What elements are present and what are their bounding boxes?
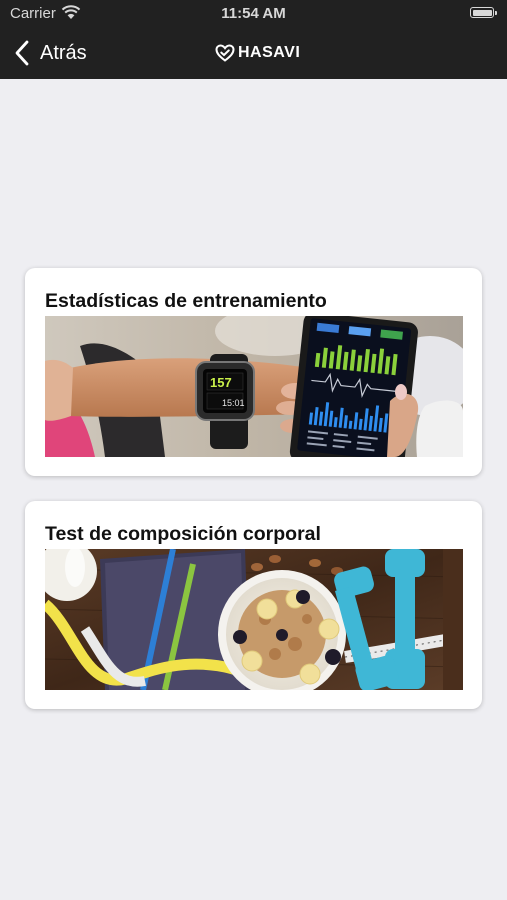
- smartwatch-and-phone-fitness-stats-photo: 157 15:01: [45, 316, 463, 457]
- healthy-breakfast-dumbbells-measuring-tape-photo: [45, 549, 463, 690]
- status-time: 11:54 AM: [221, 5, 286, 22]
- card-title: Estadísticas de entrenamiento: [45, 290, 327, 312]
- status-bar: Carrier 11:54 AM: [0, 0, 507, 26]
- back-button[interactable]: Atrás: [14, 38, 87, 68]
- back-label: Atrás: [40, 41, 87, 64]
- heart-check-icon: [215, 44, 235, 62]
- watch-heart-rate: 157: [210, 375, 232, 390]
- card-body-composition-test[interactable]: Test de composición corporal: [25, 501, 482, 709]
- brand-name: HASAVI: [238, 44, 301, 61]
- chevron-left-icon: [15, 40, 29, 66]
- brand-logo: HASAVI: [215, 41, 300, 65]
- watch-time: 15:01: [222, 398, 245, 408]
- card-training-stats[interactable]: Estadísticas de entrenamiento 157 15:01: [25, 268, 482, 476]
- battery-icon: [470, 7, 497, 18]
- card-title: Test de composición corporal: [45, 523, 321, 545]
- navigation-bar: Carrier 11:54 AM Atrás HASAVI: [0, 0, 507, 79]
